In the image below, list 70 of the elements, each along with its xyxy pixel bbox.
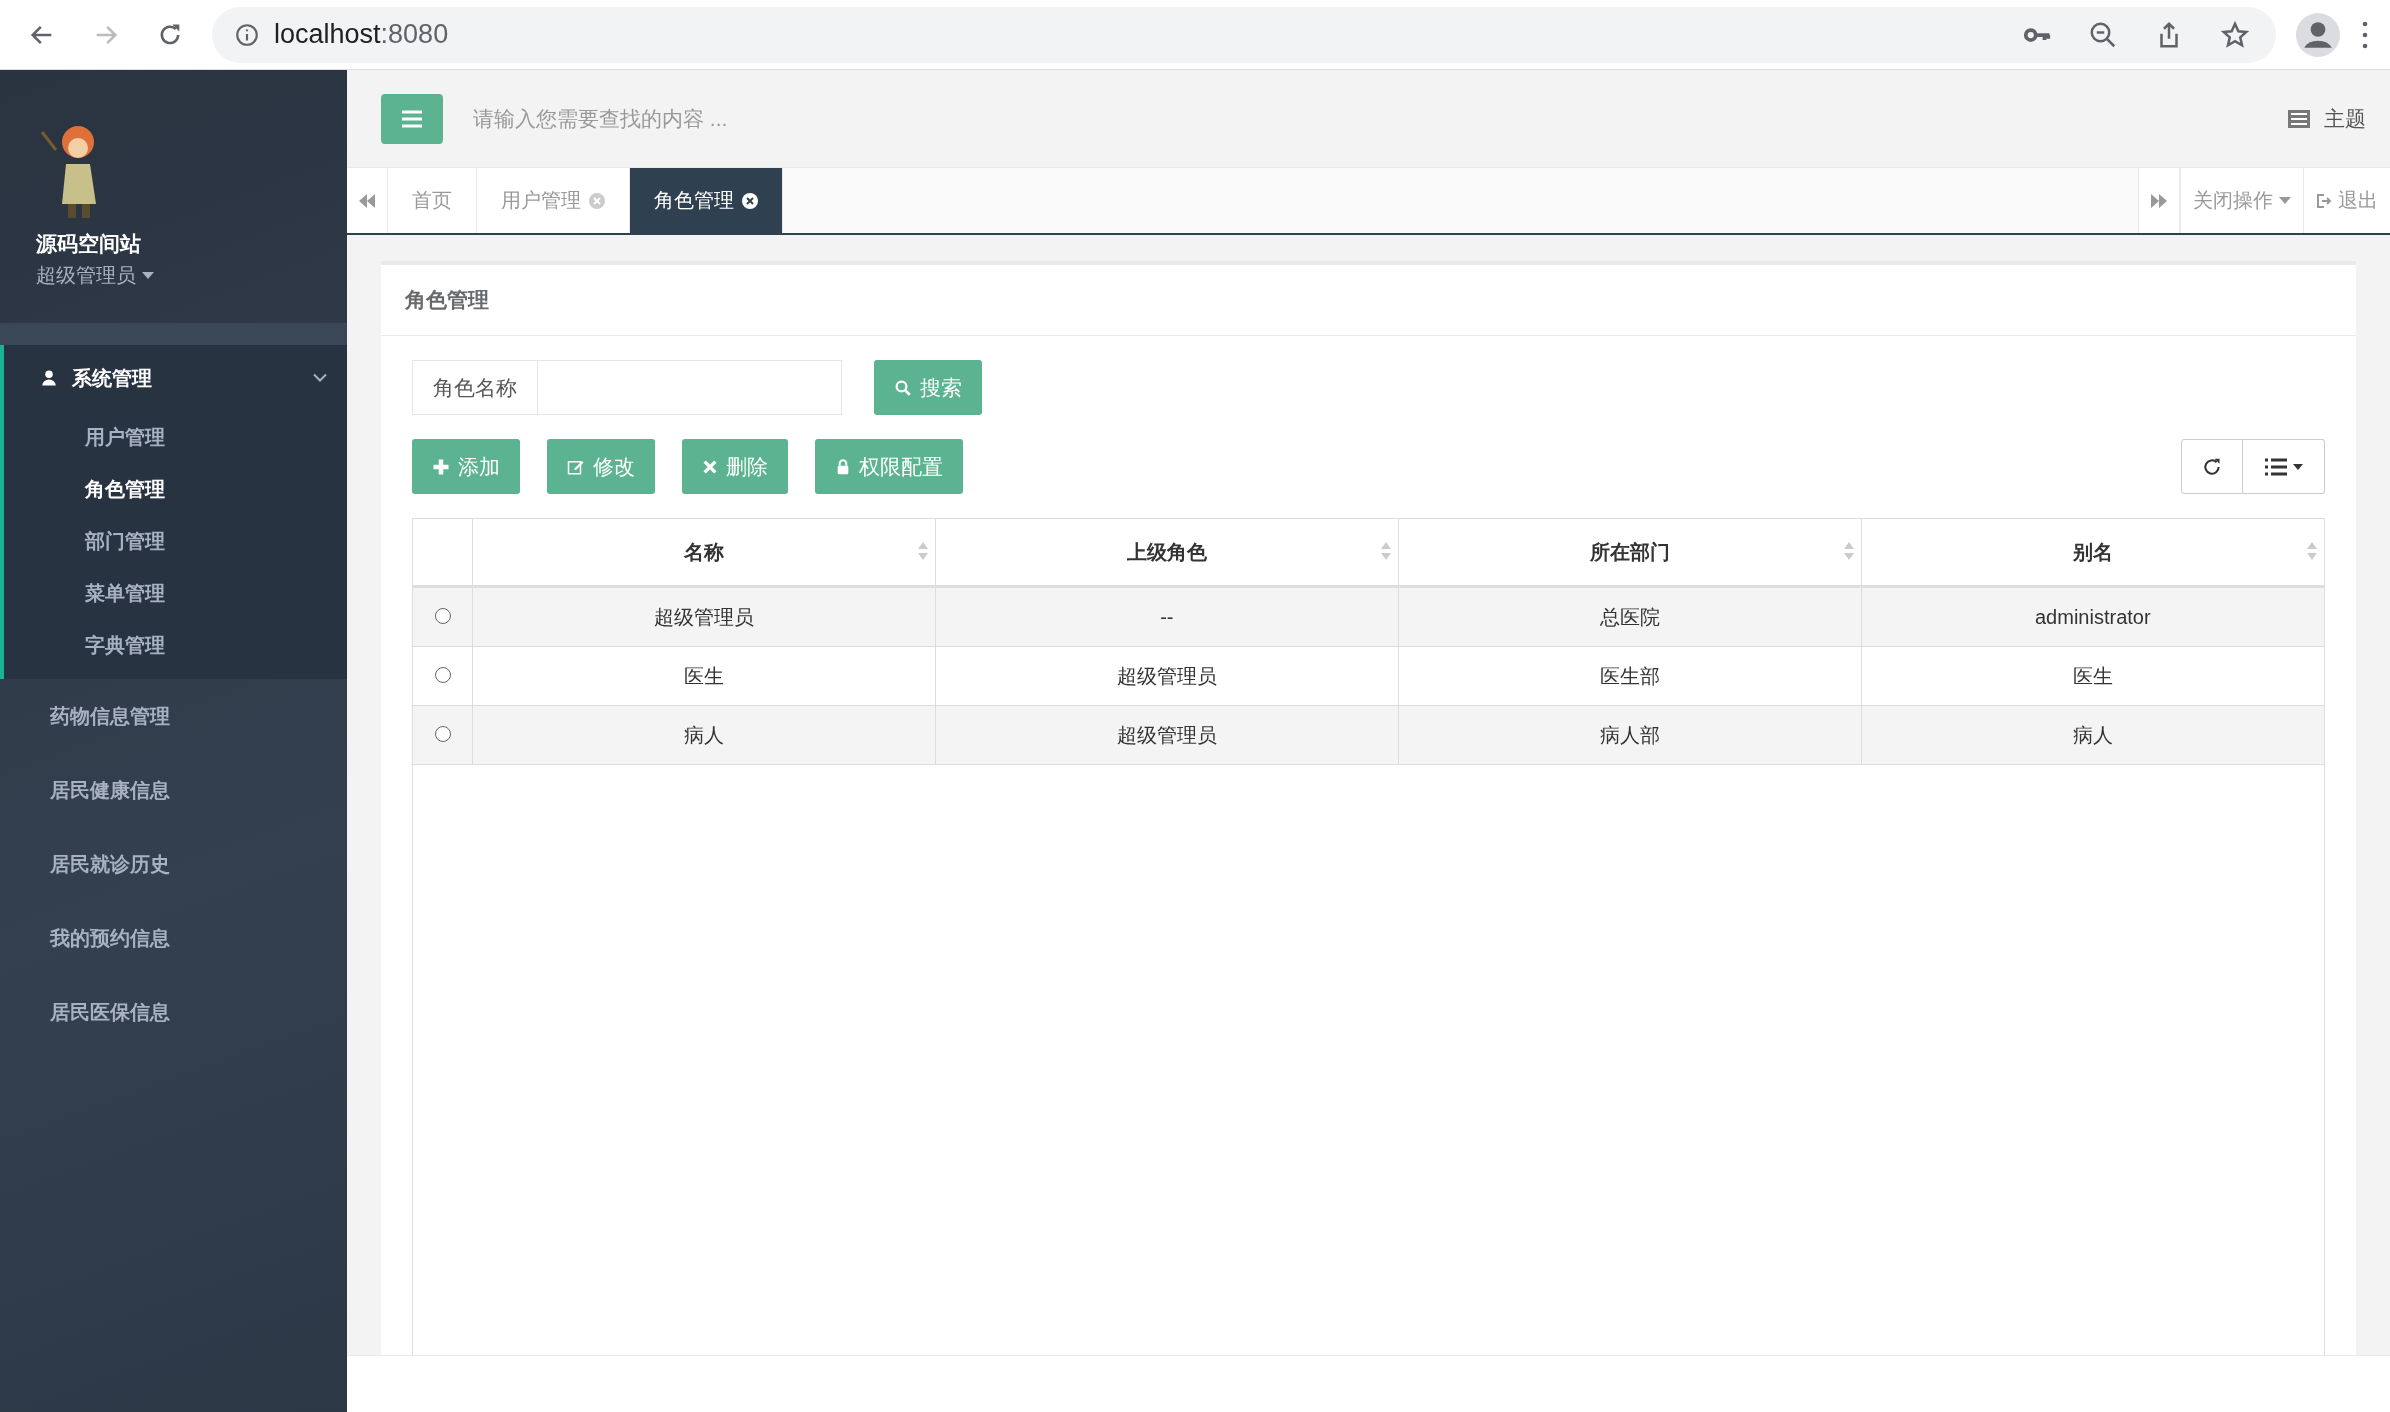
table-cell: 病人 xyxy=(683,723,724,746)
sort-icon xyxy=(2307,542,2317,560)
row-radio[interactable] xyxy=(434,666,451,683)
close-operations-dropdown[interactable]: 关闭操作 xyxy=(2180,168,2303,233)
table-cell: 病人部 xyxy=(1599,723,1660,746)
list-icon xyxy=(2264,457,2287,476)
theme-icon xyxy=(2288,109,2310,128)
x-circle-icon xyxy=(742,192,758,209)
panel-title: 角色管理 xyxy=(405,287,489,313)
double-left-icon xyxy=(358,193,376,208)
table-cell: 医生部 xyxy=(1599,664,1660,687)
menu-item[interactable]: 居民就诊历史 xyxy=(0,827,347,901)
info-icon xyxy=(234,21,260,48)
user-icon xyxy=(40,369,58,387)
menu-item[interactable]: 居民健康信息 xyxy=(0,753,347,827)
sort-icon xyxy=(1843,542,1854,560)
more-menu-icon xyxy=(2360,19,2370,50)
scroll-left-button[interactable] xyxy=(347,168,388,233)
search-field[interactable]: 请输入您需要查找的内容 ... xyxy=(471,105,2260,132)
row-radio[interactable] xyxy=(434,725,451,742)
caret-icon xyxy=(2292,463,2303,470)
column-header[interactable]: 上级角色 xyxy=(1126,538,1207,566)
menu-item[interactable]: 我的预约信息 xyxy=(0,901,347,975)
menu-toggle-button[interactable] xyxy=(381,93,443,144)
submenu-item[interactable]: 菜单管理 xyxy=(4,567,347,619)
menu-item[interactable]: 药物信息管理 xyxy=(0,679,347,753)
table-cell: 医生 xyxy=(2072,664,2113,687)
caret-icon xyxy=(2279,196,2291,205)
columns-dropdown-button[interactable] xyxy=(2243,439,2325,494)
address-bar[interactable]: localhost:8080 xyxy=(212,6,2276,63)
table-cell: 超级管理员 xyxy=(653,605,754,628)
sort-icon xyxy=(1380,542,1391,560)
user-name: 源码空间站 xyxy=(36,231,142,257)
close-icon[interactable] xyxy=(742,192,758,209)
lock-icon xyxy=(835,456,851,477)
caret-icon xyxy=(142,271,154,280)
column-header[interactable]: 所在部门 xyxy=(1589,538,1670,566)
sign-out-icon xyxy=(2316,192,2332,209)
menu-item[interactable]: 居民医保信息 xyxy=(0,975,347,1049)
double-right-icon xyxy=(2150,193,2168,208)
table-cell: 病人 xyxy=(2072,723,2113,746)
menu-icon xyxy=(402,109,422,128)
table-cell: 超级管理员 xyxy=(1116,664,1217,687)
x-circle-icon xyxy=(589,192,605,209)
table-cell: 超级管理员 xyxy=(1116,723,1217,746)
submenu-item[interactable]: 字典管理 xyxy=(4,619,347,671)
menu-group[interactable]: 系统管理 xyxy=(4,345,347,411)
refresh-button[interactable] xyxy=(2181,439,2243,494)
table-cell: administrator xyxy=(2035,605,2151,628)
row-radio[interactable] xyxy=(434,607,451,624)
refresh-icon xyxy=(2202,456,2222,477)
column-header[interactable]: 别名 xyxy=(2072,538,2113,566)
star-icon xyxy=(2220,19,2250,50)
table-cell: 总医院 xyxy=(1599,605,1660,628)
chevron-down-icon xyxy=(313,373,327,383)
table-cell: -- xyxy=(1160,605,1174,628)
search-icon xyxy=(894,378,912,397)
column-header[interactable]: 名称 xyxy=(683,538,724,566)
theme-link[interactable]: 主题 xyxy=(2288,104,2366,133)
table-cell: 医生 xyxy=(683,664,724,687)
submenu-item[interactable]: 部门管理 xyxy=(4,515,347,567)
sort-icon xyxy=(917,542,928,560)
plus-icon xyxy=(432,457,450,476)
cross-icon xyxy=(702,458,718,475)
submenu-item[interactable]: 用户管理 xyxy=(4,411,347,463)
page-tab[interactable]: 角色管理 xyxy=(630,168,783,233)
submenu-item[interactable]: 角色管理 xyxy=(4,463,347,515)
user-role-dropdown[interactable]: 超级管理员 xyxy=(36,262,347,289)
profile-icon xyxy=(2296,12,2340,57)
scroll-right-button[interactable] xyxy=(2138,168,2180,233)
